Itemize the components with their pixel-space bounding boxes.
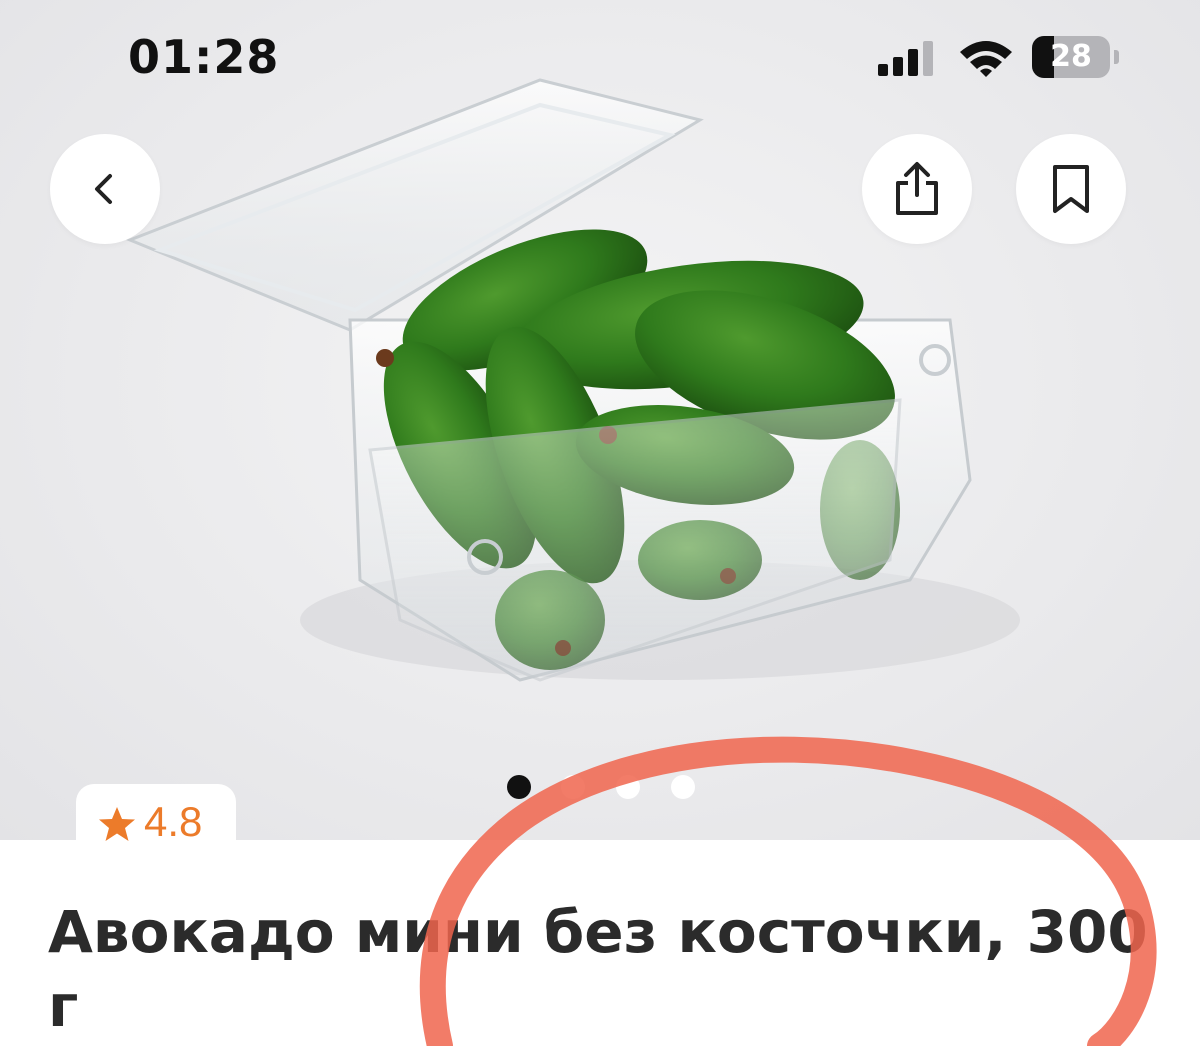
gallery-dot[interactable] <box>616 775 640 799</box>
bookmark-button[interactable] <box>1016 134 1126 244</box>
battery-icon: 28 <box>1032 36 1120 80</box>
status-time: 01:28 <box>128 30 280 84</box>
share-icon <box>896 162 938 215</box>
wifi-icon <box>960 41 1012 77</box>
cellular-signal-icon <box>878 41 933 76</box>
status-bar: 01:28 28 <box>0 0 1200 120</box>
gallery-dot[interactable] <box>561 775 585 799</box>
battery-level: 28 <box>1050 39 1092 74</box>
rating-value: 4.8 <box>144 798 203 845</box>
gallery-dot[interactable] <box>671 775 695 799</box>
product-title: Авокадо мини без косточки, 300 г <box>48 898 1148 1040</box>
share-button[interactable] <box>862 134 972 244</box>
product-gallery[interactable]: 01:28 28 <box>0 0 1200 840</box>
bookmark-icon <box>1053 165 1089 213</box>
back-button[interactable] <box>50 134 160 244</box>
rating-badge[interactable]: 4.8 <box>76 784 236 854</box>
gallery-pagination[interactable] <box>505 775 705 801</box>
chevron-left-icon <box>95 174 112 204</box>
gallery-dot-active[interactable] <box>507 775 531 799</box>
star-icon <box>99 807 135 841</box>
